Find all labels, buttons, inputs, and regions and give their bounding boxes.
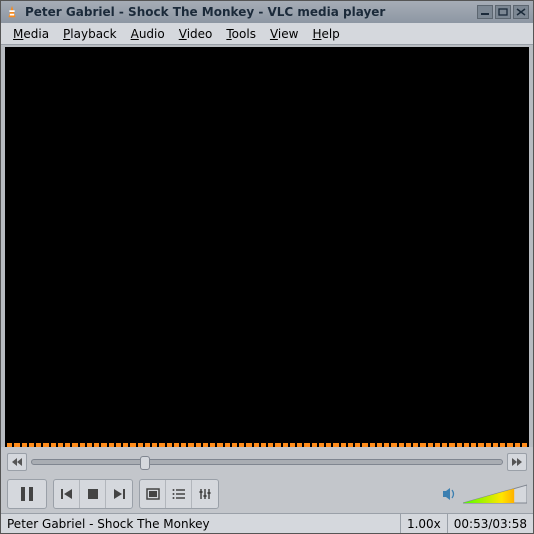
seek-slider[interactable]	[31, 459, 503, 465]
close-button[interactable]	[513, 5, 529, 19]
controls-panel	[1, 447, 533, 513]
status-track: Peter Gabriel - Shock The Monkey	[1, 514, 401, 533]
menu-media[interactable]: Media	[7, 25, 55, 43]
seek-row	[7, 451, 527, 473]
window-title: Peter Gabriel - Shock The Monkey - VLC m…	[25, 5, 471, 19]
seek-forward-button[interactable]	[507, 453, 527, 471]
menu-playback[interactable]: Playback	[57, 25, 123, 43]
pause-button[interactable]	[7, 479, 47, 509]
menu-view[interactable]: View	[264, 25, 304, 43]
fullscreen-button[interactable]	[140, 480, 166, 508]
playback-group	[53, 479, 133, 509]
menu-tools[interactable]: Tools	[220, 25, 262, 43]
previous-button[interactable]	[54, 480, 80, 508]
next-button[interactable]	[106, 480, 132, 508]
view-group	[139, 479, 219, 509]
speaker-icon[interactable]	[441, 485, 459, 503]
volume-slider[interactable]	[463, 483, 527, 505]
spectrum-bars	[5, 47, 529, 447]
stop-button[interactable]	[80, 480, 106, 508]
seek-thumb[interactable]	[140, 456, 150, 470]
playlist-button[interactable]	[166, 480, 192, 508]
equalizer-button[interactable]	[192, 480, 218, 508]
button-row	[7, 477, 527, 511]
vlc-icon	[5, 5, 19, 19]
maximize-button[interactable]	[495, 5, 511, 19]
app-window: Peter Gabriel - Shock The Monkey - VLC m…	[0, 0, 534, 534]
visualizer	[5, 47, 529, 447]
window-buttons	[477, 5, 529, 19]
menu-audio[interactable]: Audio	[125, 25, 171, 43]
titlebar: Peter Gabriel - Shock The Monkey - VLC m…	[1, 1, 533, 23]
status-speed[interactable]: 1.00x	[401, 514, 448, 533]
menu-video[interactable]: Video	[173, 25, 219, 43]
statusbar: Peter Gabriel - Shock The Monkey 1.00x 0…	[1, 513, 533, 533]
minimize-button[interactable]	[477, 5, 493, 19]
seek-back-button[interactable]	[7, 453, 27, 471]
volume-control	[441, 483, 527, 505]
menubar: MediaPlaybackAudioVideoToolsViewHelp	[1, 23, 533, 45]
status-time[interactable]: 00:53/03:58	[448, 514, 533, 533]
menu-help[interactable]: Help	[306, 25, 345, 43]
